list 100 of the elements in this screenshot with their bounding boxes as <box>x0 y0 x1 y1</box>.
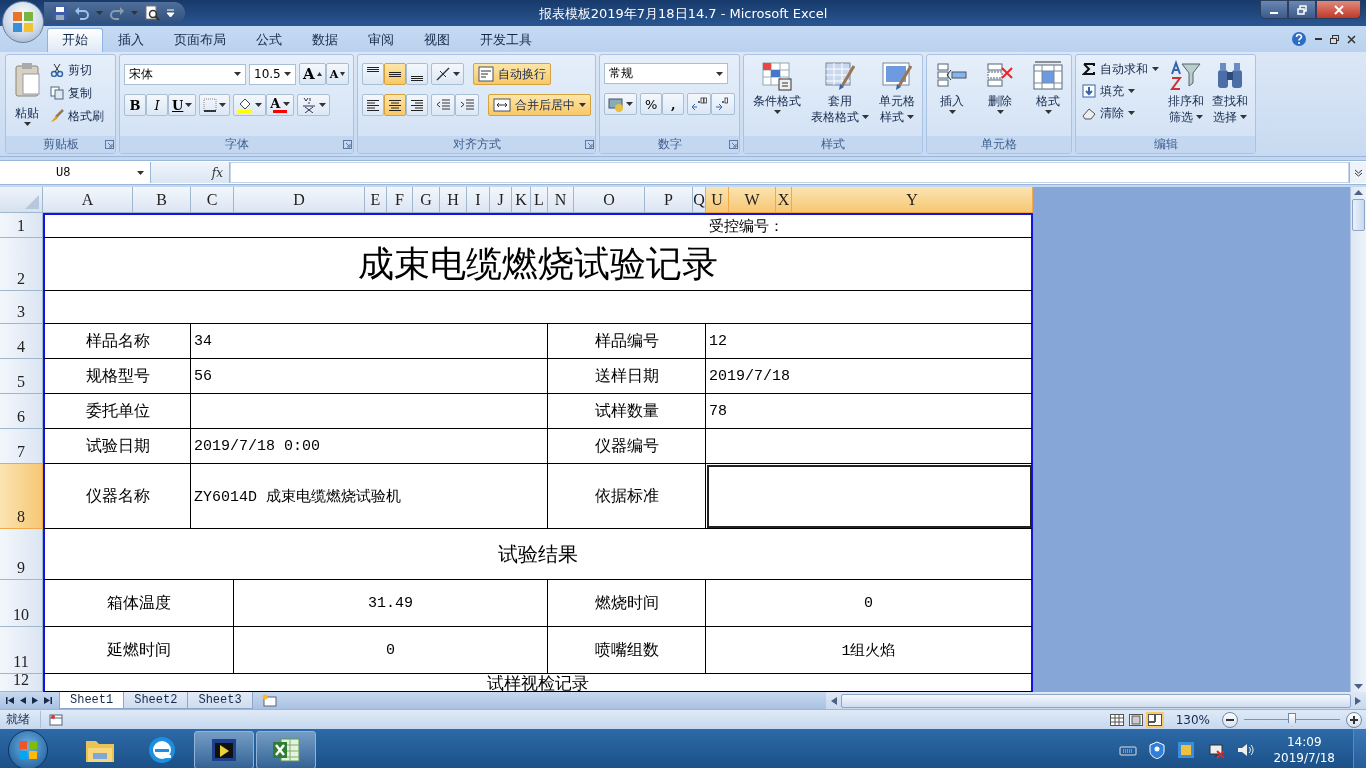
bold-button[interactable]: B <box>124 94 146 116</box>
ribbon-tab[interactable]: 页面布局 <box>159 28 241 52</box>
column-header[interactable]: L <box>531 187 548 213</box>
border-button[interactable] <box>199 94 231 116</box>
column-header[interactable]: H <box>440 187 467 213</box>
vertical-scrollbar[interactable] <box>1350 187 1366 692</box>
keyboard-icon[interactable] <box>1119 743 1138 756</box>
italic-button[interactable]: I <box>146 94 168 116</box>
ribbon-tab[interactable]: 公式 <box>241 28 297 52</box>
taskbar-clock[interactable]: 14:09 2019/7/18 <box>1267 733 1341 766</box>
increase-decimal-button[interactable] <box>687 93 712 115</box>
comma-button[interactable]: , <box>662 93 685 115</box>
grow-font-button[interactable]: A <box>299 63 326 85</box>
office-button[interactable] <box>2 1 44 43</box>
close-button[interactable] <box>1316 0 1361 19</box>
dialog-launcher-icon[interactable] <box>584 140 594 149</box>
spreadsheet-x-icon[interactable] <box>271 735 301 764</box>
insert-function-button[interactable]: fx <box>211 165 223 180</box>
zoom-in-button[interactable] <box>1346 711 1362 728</box>
ribbon-tab[interactable]: 数据 <box>297 28 353 52</box>
browser-e-icon[interactable] <box>147 734 177 765</box>
formula-field[interactable] <box>230 162 1349 183</box>
format-button[interactable]: 格式 <box>1029 58 1068 116</box>
row-header[interactable]: 3 <box>0 291 43 324</box>
column-header[interactable]: W <box>729 187 776 213</box>
bottom-align-button[interactable] <box>406 63 429 85</box>
underline-button[interactable]: U <box>168 94 197 116</box>
shield-icon[interactable] <box>1149 740 1166 759</box>
taskbar-app[interactable] <box>256 730 316 768</box>
minimize-button[interactable] <box>1260 0 1288 19</box>
row-header[interactable]: 7 <box>0 429 43 464</box>
zoom-slider[interactable] <box>1244 712 1340 727</box>
format-as-table-button[interactable]: 套用 表格格式 <box>808 58 873 126</box>
slider-thumb[interactable] <box>1288 712 1296 727</box>
normal-view-button[interactable] <box>1107 711 1126 728</box>
column-header[interactable]: P <box>645 187 693 213</box>
sheet-tab[interactable]: Sheet3 <box>187 692 253 709</box>
autosum-button[interactable]: 自动求和 <box>1080 58 1162 80</box>
name-box[interactable]: U8 <box>0 162 150 183</box>
print-preview-icon[interactable] <box>144 5 160 21</box>
number-format-field[interactable]: 常规 <box>604 63 729 84</box>
app-tray-icon[interactable] <box>1177 740 1196 759</box>
column-header[interactable]: E <box>365 187 387 213</box>
column-header[interactable]: U <box>706 187 729 213</box>
column-header[interactable]: C <box>191 187 234 213</box>
top-align-button[interactable] <box>362 63 385 85</box>
clear-button[interactable]: 清除 <box>1080 102 1162 124</box>
redo-icon[interactable] <box>109 5 125 21</box>
volume-icon[interactable] <box>1237 741 1256 758</box>
fill-button[interactable]: 填充 <box>1080 80 1162 102</box>
paste-button[interactable]: 粘贴 <box>10 58 44 136</box>
restore-icon[interactable] <box>1330 34 1339 44</box>
scroll-thumb[interactable] <box>841 693 1351 708</box>
column-header[interactable]: O <box>574 187 645 213</box>
delete-button[interactable]: 删除 <box>981 58 1020 116</box>
restore-button[interactable] <box>1288 0 1316 19</box>
column-header[interactable]: K <box>512 187 531 213</box>
align-left-button[interactable] <box>362 94 385 116</box>
insert-button[interactable]: 插入 <box>933 58 972 116</box>
column-header[interactable]: N <box>548 187 574 213</box>
ribbon-tab[interactable]: 插入 <box>103 28 159 52</box>
dialog-launcher-icon[interactable] <box>728 140 738 149</box>
taskbar-app[interactable] <box>194 730 254 768</box>
start-button[interactable] <box>8 729 48 768</box>
column-header[interactable]: D <box>234 187 365 213</box>
decrease-decimal-button[interactable] <box>711 93 736 115</box>
row-header[interactable]: 12 <box>0 674 43 692</box>
next-sheet-icon[interactable] <box>32 696 38 705</box>
column-header[interactable]: Y <box>792 187 1033 213</box>
font-name-field[interactable]: 宋体 <box>124 63 246 85</box>
ribbon-tab[interactable]: 审阅 <box>353 28 409 52</box>
column-header[interactable]: X <box>776 187 792 213</box>
sheet-tab[interactable]: Sheet1 <box>59 692 125 709</box>
fill-color-button[interactable] <box>233 94 267 116</box>
close-icon[interactable] <box>1347 34 1356 44</box>
dialog-launcher-icon[interactable] <box>342 140 352 149</box>
phonetic-button[interactable] <box>297 94 331 116</box>
currency-button[interactable] <box>604 93 638 115</box>
column-header[interactable]: I <box>467 187 490 213</box>
scroll-thumb[interactable] <box>1352 199 1365 231</box>
previous-sheet-icon[interactable] <box>20 696 26 705</box>
row-header[interactable]: 10 <box>0 580 43 627</box>
merge-center-button[interactable]: 合并后居中 <box>488 94 592 116</box>
expand-formula-button[interactable] <box>1349 162 1366 183</box>
copy-button[interactable]: 复制 <box>48 82 106 104</box>
ribbon-tab[interactable]: 开发工具 <box>465 28 547 52</box>
help-icon[interactable] <box>1291 31 1307 47</box>
row-header[interactable]: 6 <box>0 394 43 429</box>
shrink-font-button[interactable]: A <box>325 63 350 85</box>
find-select-button[interactable]: 查找和 选择 <box>1209 58 1252 126</box>
column-header[interactable]: F <box>387 187 413 213</box>
conditional-format-button[interactable]: 条件格式 <box>750 58 805 116</box>
sort-filter-button[interactable]: 排序和 筛选 <box>1165 58 1208 126</box>
format-painter-button[interactable]: 格式刷 <box>48 105 106 127</box>
column-header[interactable]: J <box>490 187 512 213</box>
font-color-button[interactable]: A <box>266 94 295 116</box>
align-center-button[interactable] <box>384 94 407 116</box>
customize-toolbar-icon[interactable] <box>166 9 175 17</box>
ribbon-tab[interactable]: 视图 <box>409 28 465 52</box>
horizontal-scrollbar[interactable] <box>826 692 1366 709</box>
